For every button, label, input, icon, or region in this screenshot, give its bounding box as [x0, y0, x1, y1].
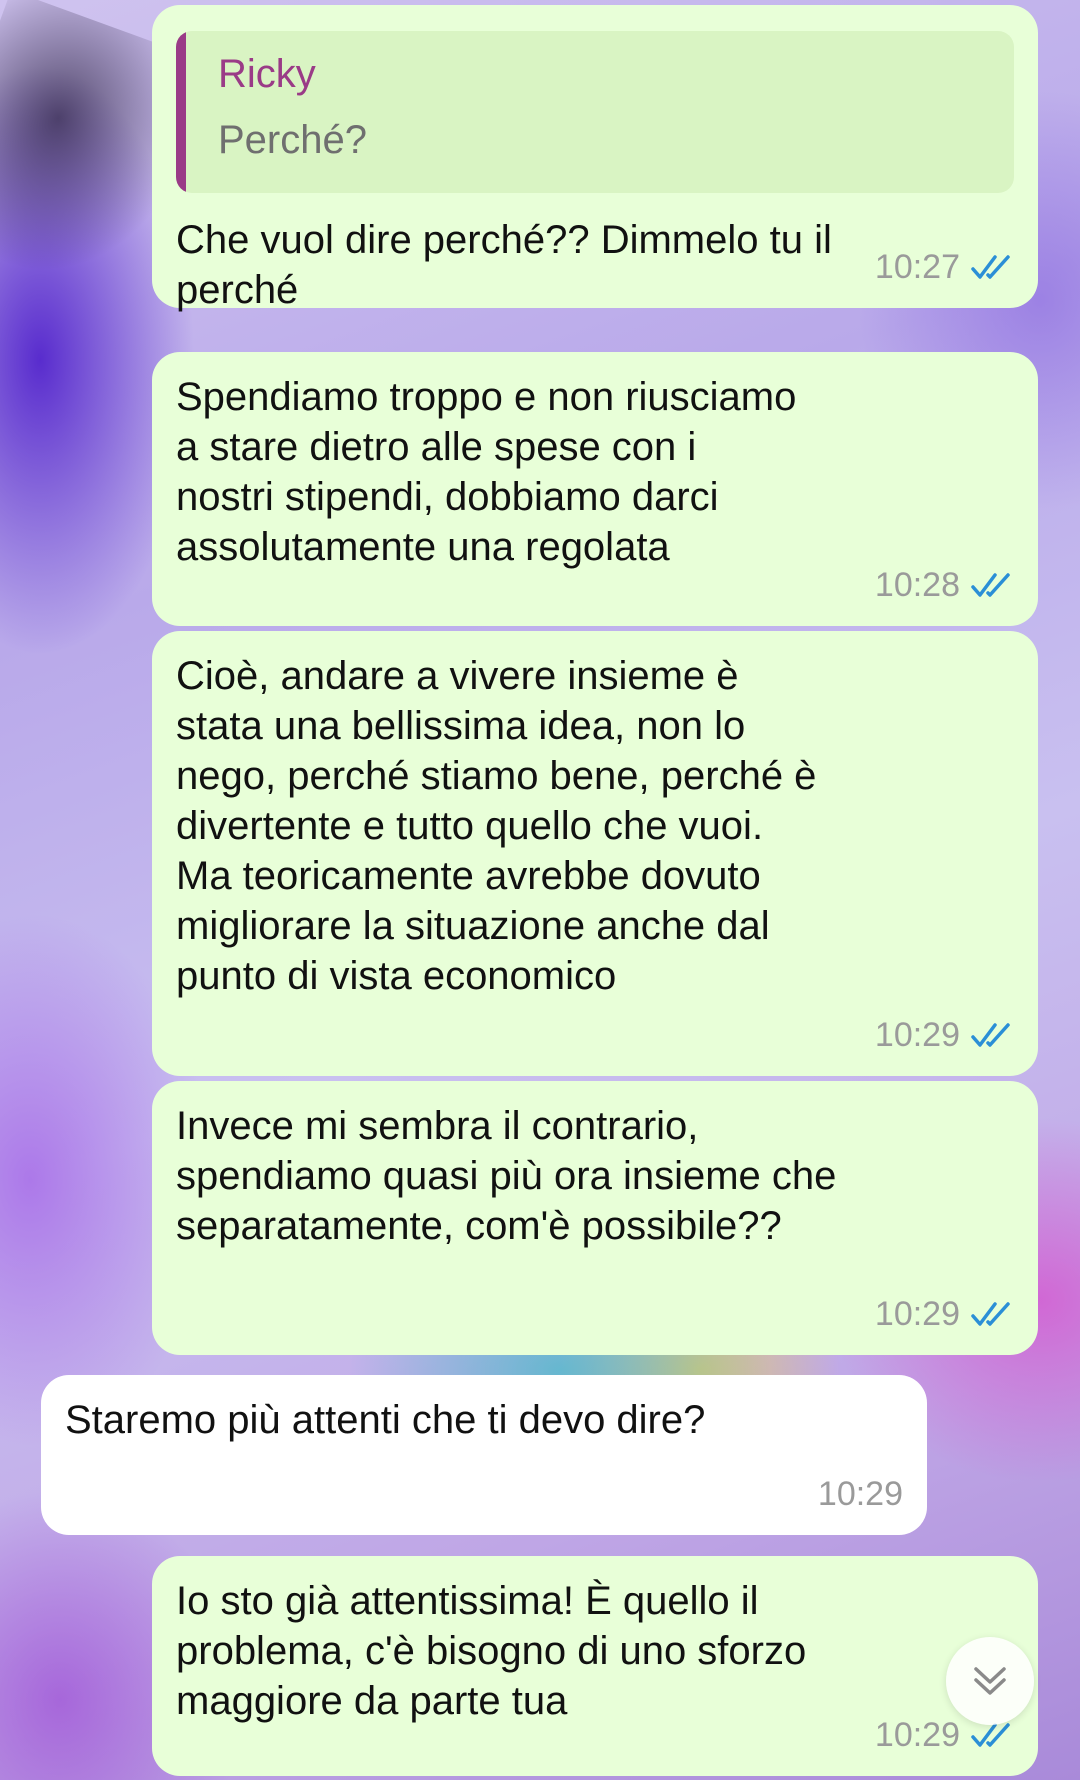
message-text: Cioè, andare a vivere insieme è stata un…: [176, 654, 817, 998]
quoted-reply[interactable]: Ricky Perché?: [176, 31, 1014, 193]
message-text: Staremo più attenti che ti devo dire?: [65, 1398, 706, 1442]
message-meta: 10:28: [875, 560, 1014, 610]
message-bubble-outgoing[interactable]: Cioè, andare a vivere insieme è stata un…: [152, 631, 1038, 1076]
double-check-icon: [971, 255, 1010, 279]
message-text: Spendiamo troppo e non riusciamo a stare…: [176, 375, 797, 569]
message-meta: 10:27: [875, 242, 1014, 292]
message-text: Invece mi sembra il contrario, spendiamo…: [176, 1104, 837, 1248]
message-bubble-outgoing[interactable]: Io sto già attentissima! È quello il pro…: [152, 1556, 1038, 1776]
message-bubble-incoming[interactable]: Staremo più attenti che ti devo dire? 10…: [41, 1375, 927, 1535]
double-check-icon: [971, 1302, 1010, 1326]
double-check-icon: [971, 1023, 1010, 1047]
message-time: 10:29: [874, 1716, 960, 1754]
quoted-author: Ricky: [218, 52, 316, 96]
quoted-text: Perché?: [218, 118, 367, 162]
message-bubble-outgoing[interactable]: Spendiamo troppo e non riusciamo a stare…: [152, 352, 1038, 626]
double-check-icon: [971, 573, 1010, 597]
message-time: 10:29: [874, 1016, 960, 1054]
message-text: Io sto già attentissima! È quello il pro…: [176, 1579, 807, 1723]
message-meta: 10:29: [818, 1469, 903, 1519]
message-meta: 10:29: [875, 1289, 1014, 1339]
message-time: 10:27: [874, 248, 960, 286]
double-chevron-down-icon: [974, 1667, 1006, 1695]
message-meta: 10:29: [875, 1010, 1014, 1060]
scroll-to-bottom-button[interactable]: [946, 1637, 1034, 1725]
message-time: 10:28: [874, 566, 960, 604]
message-time: 10:29: [817, 1475, 903, 1513]
message-time: 10:29: [874, 1295, 960, 1333]
message-bubble-outgoing[interactable]: Invece mi sembra il contrario, spendiamo…: [152, 1081, 1038, 1355]
message-bubble-outgoing[interactable]: Ricky Perché? Che vuol dire perché?? Dim…: [152, 5, 1038, 312]
